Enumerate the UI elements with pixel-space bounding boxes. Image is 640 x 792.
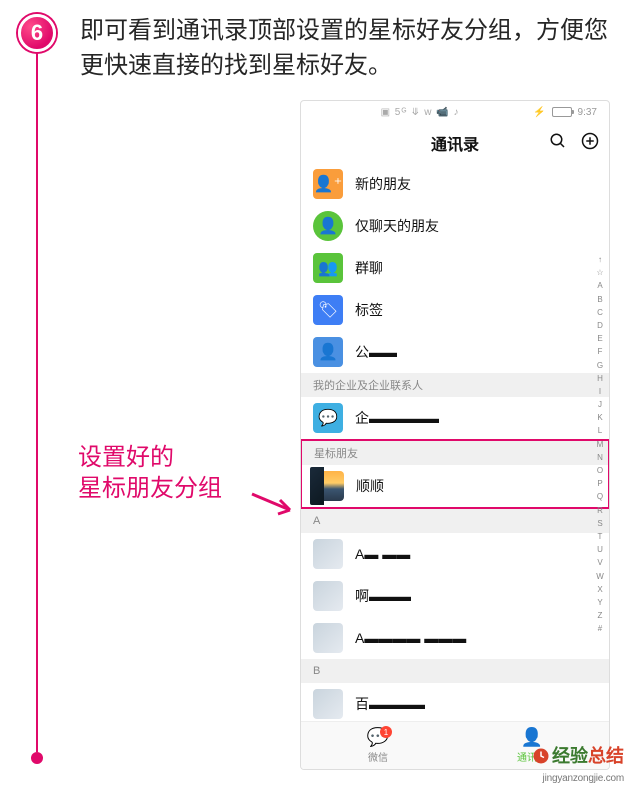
index-letter[interactable]: # bbox=[598, 622, 602, 635]
contact-name: 顺顺 bbox=[356, 476, 384, 496]
avatar bbox=[313, 581, 343, 611]
index-letter[interactable]: M bbox=[597, 438, 604, 451]
timeline-end-dot bbox=[31, 752, 43, 764]
index-letter[interactable]: S bbox=[597, 517, 602, 530]
official-icon: 👤 bbox=[313, 337, 343, 367]
index-letter[interactable]: N bbox=[597, 451, 603, 464]
menu-label: 群聊 bbox=[355, 258, 383, 278]
menu-tags[interactable]: 🏷 标签 bbox=[301, 289, 609, 331]
avatar bbox=[313, 623, 343, 653]
add-icon[interactable] bbox=[581, 132, 599, 155]
menu-label: 标签 bbox=[355, 300, 383, 320]
badge-count: 1 bbox=[380, 726, 392, 738]
index-letter[interactable]: J bbox=[598, 398, 602, 411]
index-letter[interactable]: Y bbox=[597, 596, 602, 609]
titlebar: 通讯录 bbox=[301, 123, 609, 163]
battery-icon bbox=[552, 107, 572, 117]
menu-label: 公▬▬ bbox=[355, 342, 397, 362]
contacts-list[interactable]: 👤⁺ 新的朋友 👤 仅聊天的朋友 👥 群聊 🏷 标签 👤 公▬▬ 我的企业及企业… bbox=[301, 163, 609, 721]
contact-row[interactable]: 啊▬▬▬ bbox=[301, 575, 609, 617]
instruction-text: 即可看到通讯录顶部设置的星标好友分组，方便您更快速直接的找到星标好友。 bbox=[80, 14, 620, 84]
index-letter[interactable]: Q bbox=[597, 490, 603, 503]
step-badge: 6 bbox=[18, 14, 56, 52]
index-letter[interactable]: V bbox=[597, 556, 602, 569]
enterprise-item[interactable]: 💬 企▬▬▬▬▬ bbox=[301, 397, 609, 439]
starred-contact[interactable]: 顺顺 bbox=[302, 465, 608, 507]
chat-only-icon: 👤 bbox=[313, 211, 343, 241]
menu-new-friends[interactable]: 👤⁺ 新的朋友 bbox=[301, 163, 609, 205]
index-letter[interactable]: B bbox=[597, 293, 602, 306]
index-letter[interactable]: K bbox=[597, 411, 602, 424]
index-letter[interactable]: X bbox=[597, 583, 602, 596]
index-letter[interactable]: I bbox=[599, 385, 601, 398]
contact-row[interactable]: 百▬▬▬▬ bbox=[301, 683, 609, 721]
status-time: 9:37 bbox=[578, 107, 597, 118]
menu-official[interactable]: 👤 公▬▬ bbox=[301, 331, 609, 373]
contact-row[interactable]: A▬ ▬▬ bbox=[301, 533, 609, 575]
nav-wechat[interactable]: 💬 微信 1 bbox=[301, 722, 455, 769]
group-icon: 👥 bbox=[313, 253, 343, 283]
contact-name: A▬ ▬▬ bbox=[355, 546, 410, 562]
callout-arrow bbox=[250, 490, 298, 520]
index-letter[interactable]: C bbox=[597, 306, 603, 319]
section-starred: 星标朋友 bbox=[302, 441, 608, 465]
index-letter[interactable]: H bbox=[597, 372, 603, 385]
index-letter[interactable]: ↑ bbox=[598, 253, 602, 266]
alpha-index[interactable]: ↑☆ABCDEFGHIJKLMNOPQRSTUVWXYZ# bbox=[593, 253, 607, 635]
contact-name: A▬▬▬▬ ▬▬▬ bbox=[355, 630, 466, 646]
menu-label: 仅聊天的朋友 bbox=[355, 216, 439, 236]
section-a: A bbox=[301, 509, 609, 533]
contact-name: 啊▬▬▬ bbox=[355, 586, 411, 606]
status-icons: ▣ 5ᴳ ⤋ ᴡ 📹 ♪ bbox=[313, 107, 527, 118]
index-letter[interactable]: A bbox=[597, 279, 602, 292]
index-letter[interactable]: T bbox=[598, 530, 603, 543]
bluetooth-icon: ⚡ bbox=[533, 107, 545, 118]
index-letter[interactable]: P bbox=[597, 477, 602, 490]
avatar bbox=[313, 689, 343, 719]
callout-line: 星标朋友分组 bbox=[78, 473, 222, 504]
contact-row[interactable]: A▬▬▬▬ ▬▬▬ bbox=[301, 617, 609, 659]
tag-icon: 🏷 bbox=[313, 295, 343, 325]
watermark-url: jingyanzongjie.com bbox=[543, 773, 624, 784]
index-letter[interactable]: G bbox=[597, 359, 603, 372]
index-letter[interactable]: ☆ bbox=[596, 266, 603, 279]
index-letter[interactable]: F bbox=[598, 345, 603, 358]
watermark-icon bbox=[532, 747, 550, 765]
index-letter[interactable]: L bbox=[598, 424, 602, 437]
index-letter[interactable]: D bbox=[597, 319, 603, 332]
index-letter[interactable]: E bbox=[597, 332, 602, 345]
menu-group-chats[interactable]: 👥 群聊 bbox=[301, 247, 609, 289]
avatar bbox=[313, 539, 343, 569]
contact-name: 企▬▬▬▬▬ bbox=[355, 408, 439, 428]
menu-label: 新的朋友 bbox=[355, 174, 411, 194]
search-icon[interactable] bbox=[549, 132, 567, 155]
phone-frame: ▣ 5ᴳ ⤋ ᴡ 📹 ♪ ⚡ 9:37 通讯录 👤⁺ 新的朋友 👤 仅聊天的朋友… bbox=[300, 100, 610, 770]
new-friends-icon: 👤⁺ bbox=[313, 169, 343, 199]
statusbar: ▣ 5ᴳ ⤋ ᴡ 📹 ♪ ⚡ 9:37 bbox=[301, 101, 609, 123]
index-letter[interactable]: R bbox=[597, 504, 603, 517]
watermark: 经验总结 jingyanzongjie.com bbox=[532, 742, 624, 784]
callout-label: 设置好的 星标朋友分组 bbox=[78, 442, 222, 504]
section-enterprise: 我的企业及企业联系人 bbox=[301, 373, 609, 397]
callout-line: 设置好的 bbox=[78, 442, 222, 473]
section-b: B bbox=[301, 659, 609, 683]
menu-chat-only[interactable]: 👤 仅聊天的朋友 bbox=[301, 205, 609, 247]
index-letter[interactable]: U bbox=[597, 543, 603, 556]
starred-section-highlight: 星标朋友 顺顺 bbox=[301, 439, 609, 509]
index-letter[interactable]: O bbox=[597, 464, 603, 477]
timeline-line bbox=[36, 52, 38, 752]
page-title: 通讯录 bbox=[431, 131, 479, 155]
nav-label: 微信 bbox=[368, 749, 388, 764]
avatar bbox=[314, 471, 344, 501]
index-letter[interactable]: Z bbox=[598, 609, 603, 622]
contact-name: 百▬▬▬▬ bbox=[355, 694, 425, 714]
enterprise-icon: 💬 bbox=[313, 403, 343, 433]
index-letter[interactable]: W bbox=[596, 570, 604, 583]
